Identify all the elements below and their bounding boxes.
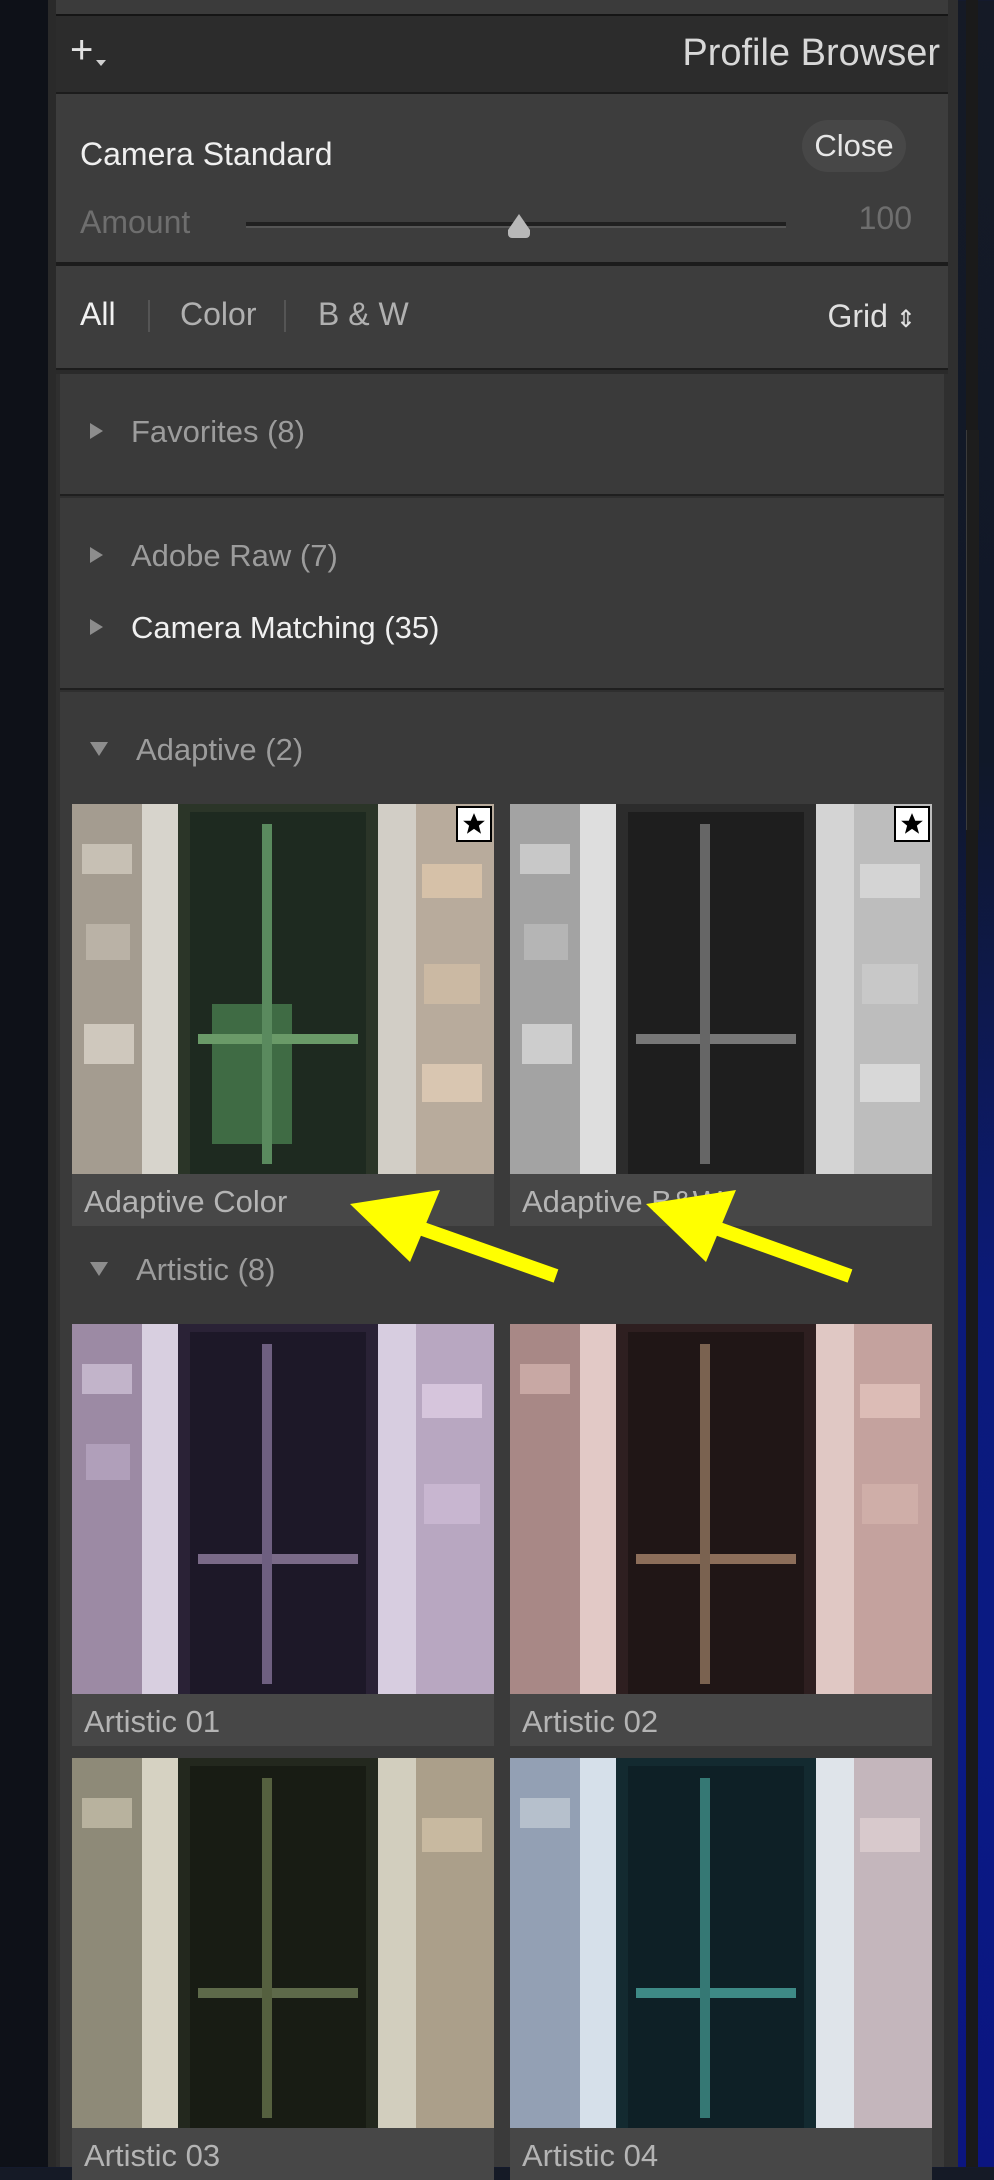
filter-bw[interactable]: B & W xyxy=(318,296,409,333)
group-label: Adaptive (2) xyxy=(136,732,304,767)
slider-thumb[interactable] xyxy=(508,214,530,230)
scroll-track[interactable] xyxy=(966,0,978,2167)
door-photo xyxy=(72,804,494,1174)
filter-bar: All Color B & W Grid ⇕ xyxy=(56,264,948,370)
thumb-caption: Adaptive B&W xyxy=(510,1174,932,1226)
profile-thumb-adaptive-bw[interactable]: Adaptive B&W xyxy=(510,804,932,1226)
filter-color[interactable]: Color xyxy=(180,296,256,333)
left-background xyxy=(0,0,48,2167)
group-row-adobe-raw[interactable]: Adobe Raw (7) xyxy=(90,538,338,574)
panel-title: Profile Browser xyxy=(682,32,940,74)
thumb-label: Artistic 04 xyxy=(522,2138,659,2173)
slider-thumb-base[interactable] xyxy=(508,230,530,238)
view-mode-label: Grid xyxy=(827,298,888,334)
group-favorites[interactable]: Favorites (8) xyxy=(60,374,944,496)
profile-thumb-artistic-04[interactable]: Artistic 04 xyxy=(510,1758,932,2180)
amount-value: 100 xyxy=(858,200,912,236)
thumb-label: Adaptive Color xyxy=(84,1184,288,1219)
thumb-label: Artistic 03 xyxy=(84,2138,221,2173)
filter-separator xyxy=(284,300,286,332)
group-raw-and-camera: Adobe Raw (7) Camera Matching (35) xyxy=(60,498,944,690)
disclosure-right-icon xyxy=(90,618,103,635)
up-down-arrows-icon: ⇕ xyxy=(895,306,916,333)
group-row-camera-matching[interactable]: Camera Matching (35) xyxy=(90,610,439,646)
profile-thumb-artistic-02[interactable]: Artistic 02 xyxy=(510,1324,932,1746)
door-photo xyxy=(510,804,932,1174)
disclosure-down-icon xyxy=(90,741,108,756)
caret-down-icon xyxy=(96,60,106,66)
door-photo xyxy=(510,1758,932,2128)
group-row-adaptive[interactable]: Adaptive (2) xyxy=(90,732,303,768)
profile-amount-section: Camera Standard Close Amount 100 xyxy=(56,92,948,264)
panel-edge xyxy=(948,0,958,2167)
thumb-caption: Artistic 02 xyxy=(510,1694,932,1746)
plus-icon[interactable]: + xyxy=(70,30,93,70)
disclosure-down-icon xyxy=(90,1261,108,1276)
group-label: Favorites (8) xyxy=(131,414,305,449)
profile-browser-header: + Profile Browser xyxy=(56,16,948,92)
group-label: Artistic (8) xyxy=(136,1252,276,1287)
profile-list: Favorites (8) Adobe Raw (7) Camera Match… xyxy=(56,374,948,2180)
thumb-caption: Artistic 03 xyxy=(72,2128,494,2180)
disclosure-right-icon xyxy=(90,422,103,439)
close-button[interactable]: Close xyxy=(802,120,906,172)
scroll-thumb[interactable] xyxy=(966,430,979,830)
top-divider xyxy=(56,0,948,16)
thumb-label: Adaptive B&W xyxy=(522,1184,722,1219)
group-adaptive-artistic: Adaptive (2) Adaptive Color Adaptive B&W… xyxy=(60,692,944,2180)
current-profile-label: Camera Standard xyxy=(80,136,333,172)
disclosure-right-icon xyxy=(90,546,103,563)
amount-label: Amount xyxy=(80,204,191,240)
profile-thumb-artistic-03[interactable]: Artistic 03 xyxy=(72,1758,494,2180)
view-mode-select[interactable]: Grid ⇕ xyxy=(827,298,916,335)
door-photo xyxy=(510,1324,932,1694)
thumb-caption: Artistic 04 xyxy=(510,2128,932,2180)
group-row-favorites[interactable]: Favorites (8) xyxy=(90,414,305,450)
thumb-label: Artistic 01 xyxy=(84,1704,221,1739)
door-photo xyxy=(72,1324,494,1694)
thumb-caption: Artistic 01 xyxy=(72,1694,494,1746)
group-label: Camera Matching (35) xyxy=(131,610,440,645)
group-label: Adobe Raw (7) xyxy=(131,538,338,573)
profile-thumb-artistic-01[interactable]: Artistic 01 xyxy=(72,1324,494,1746)
thumb-caption: Adaptive Color xyxy=(72,1174,494,1226)
profile-thumb-adaptive-color[interactable]: Adaptive Color xyxy=(72,804,494,1226)
filter-all[interactable]: All xyxy=(80,296,116,333)
filter-separator xyxy=(148,300,150,332)
door-photo xyxy=(72,1758,494,2128)
thumb-label: Artistic 02 xyxy=(522,1704,659,1739)
star-icon[interactable] xyxy=(894,806,930,842)
star-icon[interactable] xyxy=(456,806,492,842)
group-row-artistic[interactable]: Artistic (8) xyxy=(90,1252,276,1288)
